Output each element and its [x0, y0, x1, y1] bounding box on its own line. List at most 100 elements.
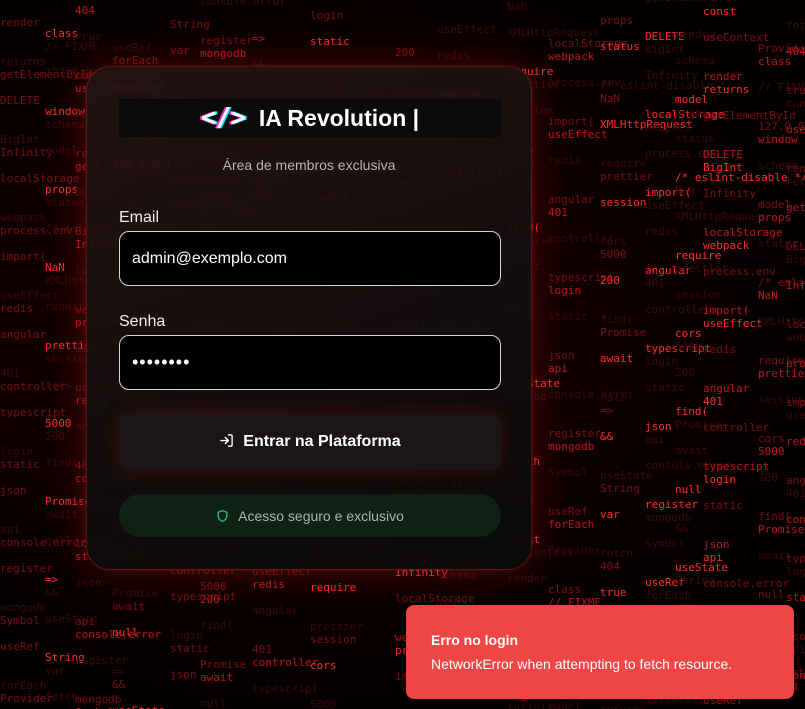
code-rain-text: 404 — [75, 4, 95, 17]
code-rain-text: 401 — [0, 367, 20, 380]
password-field[interactable] — [119, 335, 501, 390]
login-button[interactable]: Entrar na Plataforma — [119, 414, 501, 470]
code-rain-text: returns — [0, 55, 47, 68]
code-rain-text: redis — [703, 343, 737, 356]
code-rain-text: BigInt — [703, 161, 743, 174]
code-rain-text: redis — [548, 154, 582, 167]
code-rain-text: 5000 — [45, 417, 72, 430]
code-rain-text: prettier — [600, 170, 653, 183]
code-rain-text: render — [703, 70, 743, 83]
password-label: Senha — [119, 313, 166, 330]
code-rain-text: webpack — [703, 239, 750, 252]
code-rain-text: webpack — [786, 331, 805, 344]
code-rain-text: cors — [310, 659, 337, 672]
code-rain-text: find( — [200, 619, 234, 632]
code-rain-text: json — [548, 349, 575, 362]
code-rain-text: api — [548, 362, 568, 375]
code-rain-text: process.env — [786, 357, 805, 370]
code-rain-text: 401 — [548, 206, 568, 219]
code-rain-text: import( — [786, 396, 805, 409]
code-rain-text: const — [786, 97, 805, 110]
code-rain-text: useState — [112, 704, 165, 709]
code-rain-text: static — [310, 35, 350, 48]
code-rain-text: 200 — [200, 593, 220, 606]
code-rain-text: await — [200, 671, 234, 684]
code-rain-text: && — [112, 678, 126, 691]
code-rain-text: 401 — [703, 395, 723, 408]
code-rain-text: cors — [45, 378, 72, 391]
code-rain-text: fetch — [45, 690, 79, 703]
code-rain-text: redis — [252, 578, 286, 591]
code-rain-text: Infinity — [645, 69, 698, 82]
code-rain-text: status — [675, 132, 715, 145]
code-rain-text: NaN — [600, 92, 620, 105]
code-rain-text: DELETE — [703, 148, 743, 161]
code-rain-text: Infinity — [703, 187, 756, 200]
code-rain-text: Symbol — [548, 466, 588, 479]
code-rain-text: BigInt — [786, 253, 805, 266]
code-rain-text: api — [645, 433, 665, 446]
code-rain-text: register — [548, 427, 601, 440]
code-rain-text: => — [112, 665, 126, 678]
code-rain-text: => — [600, 404, 614, 417]
code-rain-text: find( — [600, 313, 634, 326]
code-rain-text: import( — [548, 115, 595, 128]
code-rain-text: String — [600, 482, 640, 495]
code-rain-text: await — [112, 600, 146, 613]
code-rain-text: model — [548, 700, 582, 709]
code-rain-text: mongodb — [548, 440, 595, 453]
code-rain-text: login — [645, 355, 679, 368]
secure-access-badge: Acesso seguro e exclusivo — [119, 494, 501, 537]
email-field[interactable] — [119, 231, 501, 286]
code-rain-text: NaN — [45, 261, 65, 274]
code-rain-text: true — [600, 586, 627, 599]
code-rain-text: mongodb — [200, 47, 247, 60]
code-rain-text: static — [645, 381, 685, 394]
code-rain-text: 200 — [45, 430, 65, 443]
code-rain-text: String — [170, 18, 210, 31]
code-rain-text: && — [600, 430, 614, 443]
code-rain-text: static — [0, 458, 40, 471]
code-rain-text: cors — [758, 432, 785, 445]
code-rain-text: schema — [437, 569, 477, 582]
code-rain-text: static — [786, 591, 805, 604]
code-rain-text: useEffect — [437, 23, 497, 36]
code-rain-text: 200 — [675, 366, 695, 379]
code-rain-text: console.error — [200, 0, 287, 8]
code-rain-text: status — [600, 40, 640, 53]
code-rain-text: NaN — [675, 184, 695, 197]
code-rain-text: model — [45, 144, 79, 157]
login-icon — [219, 433, 234, 451]
error-toast[interactable]: Erro no login NetworkError when attempti… — [406, 605, 794, 699]
code-rain-text: redis — [786, 435, 805, 448]
code-rain-text: useEffect — [703, 317, 763, 330]
code-rain-text: 5000 — [200, 580, 227, 593]
code-rain-text: console.error — [0, 536, 87, 549]
code-rain-text: 404 — [786, 45, 805, 58]
code-rain-text: DELETE — [0, 94, 40, 107]
code-rain-text: NaN — [507, 0, 527, 13]
login-card: </> IA Revolution | Área de membros excl… — [86, 66, 532, 570]
code-rain-text: static — [170, 642, 210, 655]
code-rain-text: true — [75, 30, 102, 43]
code-rain-text: useContext — [0, 0, 66, 3]
code-rain-text: prettier — [310, 620, 363, 633]
code-rain-text: XMLHttpRequest — [675, 210, 768, 223]
code-rain-text: null — [600, 391, 627, 404]
code-rain-text: session — [310, 633, 357, 646]
code-rain-text: api — [75, 615, 95, 628]
code-rain-text: getElementById — [786, 201, 805, 214]
code-rain-text: null — [758, 588, 785, 601]
code-rain-text: 5000 — [675, 340, 702, 353]
code-rain-text: 5000 — [758, 445, 785, 458]
email-label: Email — [119, 209, 160, 226]
code-rain-text: NaN — [758, 289, 778, 302]
brand-header: </> IA Revolution | — [119, 99, 501, 137]
code-rain-text: api — [0, 523, 20, 536]
code-rain-text: register — [645, 498, 698, 511]
code-rain-text: Provider — [548, 544, 601, 557]
code-rain-text: cors — [600, 235, 627, 248]
code-rain-text: await — [675, 444, 709, 457]
code-rain-text: Promise — [112, 587, 159, 600]
code-rain-text: useRef — [548, 505, 588, 518]
